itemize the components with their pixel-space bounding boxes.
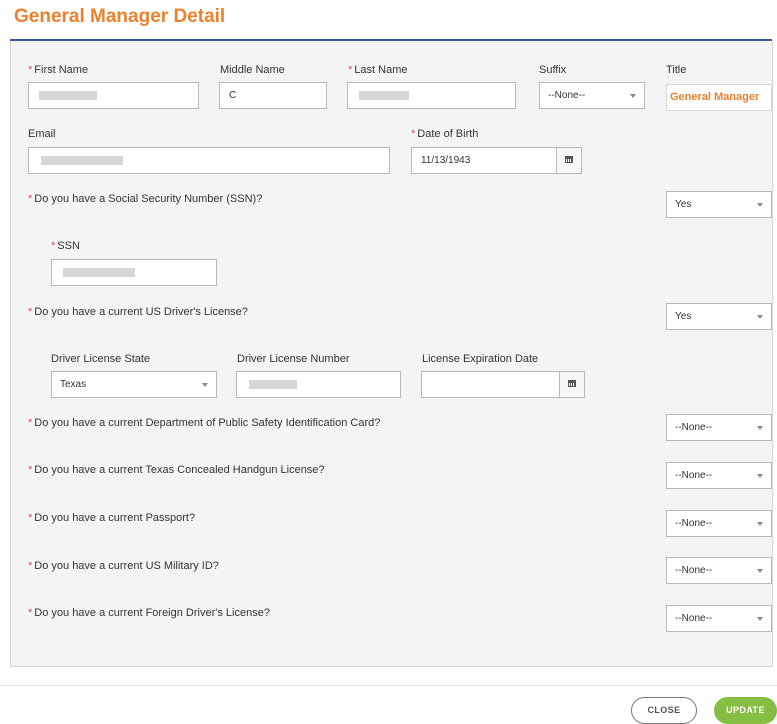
chevron-down-icon: [757, 426, 763, 430]
suffix-label: Suffix: [539, 64, 567, 76]
license-expiration-date-input[interactable]: [421, 371, 585, 398]
military-id-question-label: * Do you have a current US Military ID?: [28, 560, 219, 572]
foreign-drivers-license-question-label: * Do you have a current Foreign Driver's …: [28, 607, 270, 619]
ssn-question-select[interactable]: Yes: [666, 191, 772, 218]
date-of-birth-input[interactable]: 11/13/1943: [411, 147, 582, 174]
military-id-select[interactable]: --None--: [666, 557, 772, 584]
calendar-icon[interactable]: [559, 372, 584, 397]
passport-question-label: * Do you have a current Passport?: [28, 512, 196, 524]
close-button[interactable]: CLOSE: [631, 697, 697, 724]
us-drivers-license-question-label: * Do you have a current US Driver's Licen…: [28, 306, 248, 318]
driver-license-state-label: Driver License State: [51, 353, 151, 365]
update-button[interactable]: UPDATE: [714, 697, 777, 724]
first-name-label: * First Name: [28, 64, 89, 76]
ssn-input[interactable]: [51, 259, 217, 286]
email-label: Email: [28, 128, 56, 140]
chevron-down-icon: [202, 383, 208, 387]
first-name-input[interactable]: [28, 82, 199, 109]
dialog-title: General Manager Detail: [14, 6, 226, 27]
foreign-drivers-license-select[interactable]: --None--: [666, 605, 772, 632]
email-input[interactable]: [28, 147, 390, 174]
chevron-down-icon: [757, 522, 763, 526]
title-value: General Manager: [666, 84, 772, 111]
dialog-body: * First Name Middle Name C * Last Name Suf…: [10, 41, 773, 667]
date-of-birth-label: * Date of Birth: [411, 128, 479, 140]
chevron-down-icon: [757, 569, 763, 573]
last-name-label: * Last Name: [348, 64, 408, 76]
license-expiration-date-label: License Expiration Date: [422, 353, 539, 365]
dialog-header: General Manager Detail: [0, 0, 777, 41]
ssn-question-label: * Do you have a Social Security Number (S…: [28, 193, 263, 205]
middle-name-input[interactable]: C: [219, 82, 327, 109]
passport-select[interactable]: --None--: [666, 510, 772, 537]
suffix-select[interactable]: --None--: [539, 82, 645, 109]
driver-license-state-select[interactable]: Texas: [51, 371, 217, 398]
chevron-down-icon: [757, 315, 763, 319]
us-drivers-license-select[interactable]: Yes: [666, 303, 772, 330]
dialog-footer: CLOSE UPDATE: [0, 685, 777, 724]
driver-license-number-label: Driver License Number: [237, 353, 350, 365]
title-label: Title: [666, 64, 687, 76]
handgun-license-select[interactable]: --None--: [666, 462, 772, 489]
middle-name-label: Middle Name: [220, 64, 285, 76]
driver-license-number-input[interactable]: [236, 371, 401, 398]
last-name-input[interactable]: [347, 82, 516, 109]
dps-id-select[interactable]: --None--: [666, 414, 772, 441]
calendar-icon[interactable]: [556, 148, 581, 173]
dps-id-question-label: * Do you have a current Department of Pub…: [28, 417, 381, 429]
handgun-license-question-label: * Do you have a current Texas Concealed H…: [28, 464, 325, 476]
chevron-down-icon: [757, 474, 763, 478]
general-manager-detail-dialog: General Manager Detail * First Name Middl…: [0, 0, 777, 724]
chevron-down-icon: [757, 203, 763, 207]
chevron-down-icon: [757, 617, 763, 621]
ssn-label: * SSN: [51, 240, 80, 252]
chevron-down-icon: [630, 94, 636, 98]
